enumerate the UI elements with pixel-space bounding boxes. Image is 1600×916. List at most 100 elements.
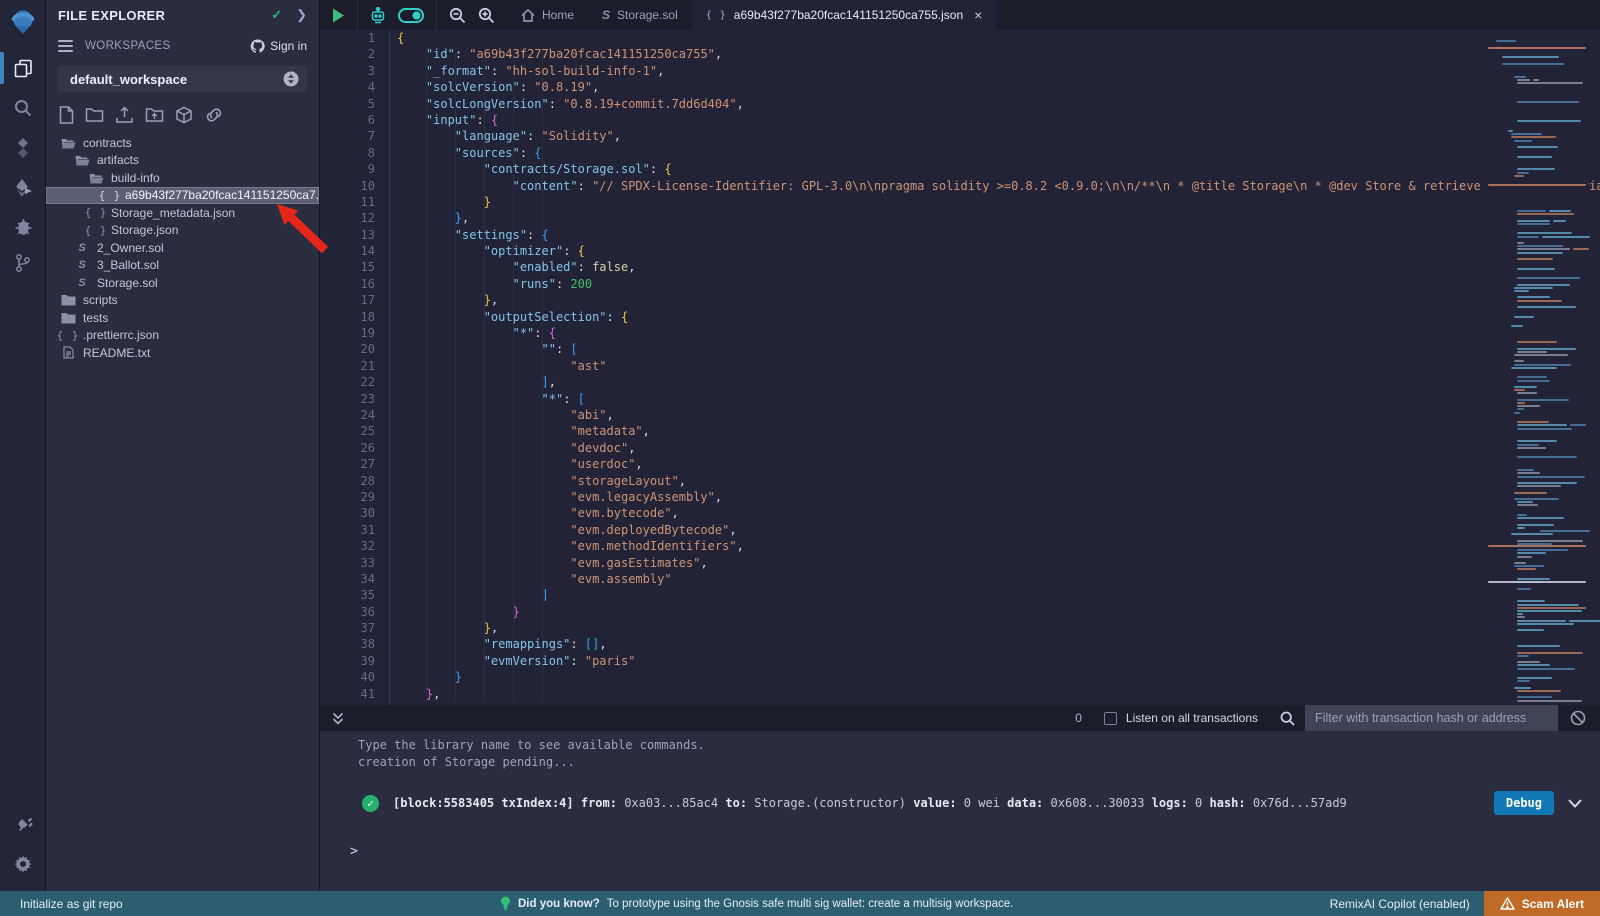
line-number: 23: [320, 391, 375, 407]
search-icon[interactable]: [0, 91, 46, 125]
tree-item-contracts[interactable]: contracts: [46, 134, 319, 152]
solidity-compiler-icon[interactable]: [0, 131, 46, 165]
zoom-in-icon[interactable]: [478, 7, 495, 24]
line-number: 31: [320, 522, 375, 538]
tree-item-label: tests: [83, 311, 108, 325]
close-tab-icon[interactable]: ×: [974, 7, 982, 23]
red-arrow-annotation: [270, 198, 336, 260]
tree-item-storage-sol[interactable]: SStorage.sol: [46, 274, 319, 292]
remixai-toggle[interactable]: [398, 8, 424, 23]
remix-ide-window: FILE EXPLORER ✓ ❯ WORKSPACES Sign in def…: [0, 0, 1600, 916]
solidity-icon: S: [74, 259, 90, 271]
create-file-icon[interactable]: [59, 106, 74, 124]
editor-area: Home S Storage.sol { } a69b43f277ba20fca…: [320, 0, 1600, 891]
line-number: 35: [320, 587, 375, 603]
line-number: 27: [320, 456, 375, 472]
tab-bar: Home S Storage.sol { } a69b43f277ba20fca…: [507, 0, 996, 30]
tree-item-tests[interactable]: tests: [46, 309, 319, 327]
tree-item-scripts[interactable]: scripts: [46, 292, 319, 310]
file-explorer-panel: FILE EXPLORER ✓ ❯ WORKSPACES Sign in def…: [46, 0, 320, 891]
create-folder-icon[interactable]: [85, 107, 104, 123]
clone-repository-link-icon[interactable]: [204, 107, 224, 123]
git-init-button[interactable]: Initialize as git repo: [20, 897, 123, 911]
line-number: 19: [320, 325, 375, 341]
tab-storage-sol[interactable]: S Storage.sol: [588, 0, 692, 30]
line-number: 25: [320, 423, 375, 439]
git-icon[interactable]: [0, 246, 46, 280]
folder-open-icon: [88, 172, 104, 184]
listen-transactions-label: Listen on all transactions: [1126, 711, 1258, 725]
github-icon: [250, 39, 265, 53]
line-number: 36: [320, 604, 375, 620]
remix-logo-icon[interactable]: [0, 6, 46, 40]
line-number: 29: [320, 489, 375, 505]
line-number: 28: [320, 473, 375, 489]
tree-item--prettierrc-json[interactable]: { }.prettierrc.json: [46, 327, 319, 345]
tree-item-label: .prettierrc.json: [83, 328, 159, 342]
scam-alert-badge[interactable]: Scam Alert: [1484, 891, 1600, 916]
line-number: 20: [320, 341, 375, 357]
plugin-manager-icon[interactable]: [0, 805, 46, 839]
line-number: 8: [320, 145, 375, 161]
transaction-log-row[interactable]: ✓ [block:5583405 txIndex:4] from: 0xa03.…: [320, 789, 1600, 817]
terminal-output[interactable]: Type the library name to see available c…: [320, 731, 1600, 891]
minimap[interactable]: [1486, 32, 1588, 703]
indent-guide: [513, 46, 514, 702]
workspaces-menu-icon[interactable]: [58, 37, 73, 55]
expand-transaction-chevron-icon[interactable]: [1568, 799, 1582, 808]
tab-home[interactable]: Home: [507, 0, 588, 30]
terminal-prompt[interactable]: >: [350, 844, 358, 859]
json-icon: { }: [102, 189, 118, 202]
tree-item-label: build-info: [111, 171, 160, 185]
tree-item-readme-txt[interactable]: README.txt: [46, 344, 319, 362]
json-icon: { }: [88, 206, 104, 219]
load-template-box-icon[interactable]: [175, 106, 193, 124]
tree-item-build-info[interactable]: build-info: [46, 169, 319, 187]
settings-gear-icon[interactable]: [0, 847, 46, 881]
transaction-filter-input[interactable]: [1305, 705, 1558, 731]
tree-item-label: 3_Ballot.sol: [97, 258, 159, 272]
editor-topbar: Home S Storage.sol { } a69b43f277ba20fca…: [320, 0, 1600, 30]
upload-folder-icon[interactable]: [145, 107, 164, 123]
explorer-toolbar: [46, 92, 319, 132]
terminal-toolbar: 0 Listen on all transactions: [320, 705, 1600, 731]
listen-transactions-checkbox[interactable]: [1104, 712, 1117, 725]
folder-open-icon: [74, 154, 90, 166]
expand-terminal-icon[interactable]: [332, 712, 344, 725]
indent-guide: [484, 46, 485, 702]
tab-build-info-json[interactable]: { } a69b43f277ba20fcac141151250ca755.jso…: [692, 0, 997, 30]
clear-console-icon[interactable]: [1570, 710, 1586, 726]
remixai-assistant-icon[interactable]: [370, 7, 386, 24]
line-number: 39: [320, 653, 375, 669]
folder-icon: [60, 294, 76, 306]
json-icon: { }: [88, 224, 104, 237]
file-explorer-icon[interactable]: [0, 51, 46, 85]
github-sign-in[interactable]: Sign in: [250, 39, 307, 53]
code-line[interactable]: 1{: [320, 30, 1600, 46]
run-script-icon[interactable]: [332, 8, 345, 23]
debugger-icon[interactable]: [0, 209, 46, 243]
code-editor[interactable]: 1{2 "id": "a69b43f277ba20fcac141151250ca…: [320, 30, 1600, 705]
line-number: 33: [320, 555, 375, 571]
transaction-summary: [block:5583405 txIndex:4] from: 0xa03...…: [393, 796, 1494, 810]
line-number: 15: [320, 259, 375, 275]
copilot-status[interactable]: RemixAI Copilot (enabled): [1330, 897, 1470, 911]
line-number: 2: [320, 46, 375, 62]
file-icon: [60, 346, 76, 359]
deploy-and-run-icon[interactable]: [0, 171, 46, 205]
workspace-select[interactable]: default_workspace: [58, 66, 307, 92]
tree-item-label: Storage.sol: [97, 276, 158, 290]
json-file-icon: { }: [706, 10, 727, 21]
line-number: 30: [320, 505, 375, 521]
tree-item-artifacts[interactable]: artifacts: [46, 152, 319, 170]
tree-item-label: Storage.json: [111, 223, 178, 237]
terminal-log-line: creation of Storage pending...: [358, 754, 1600, 771]
debug-button[interactable]: Debug: [1494, 791, 1554, 815]
zoom-out-icon[interactable]: [449, 7, 466, 24]
tree-item-label: README.txt: [83, 346, 150, 360]
panel-expand-chevron-icon[interactable]: ❯: [296, 7, 307, 23]
folder-open-icon: [60, 137, 76, 149]
terminal-search-icon: [1280, 711, 1295, 726]
workspace-ok-check-icon: ✓: [271, 7, 282, 23]
upload-files-icon[interactable]: [115, 106, 134, 124]
